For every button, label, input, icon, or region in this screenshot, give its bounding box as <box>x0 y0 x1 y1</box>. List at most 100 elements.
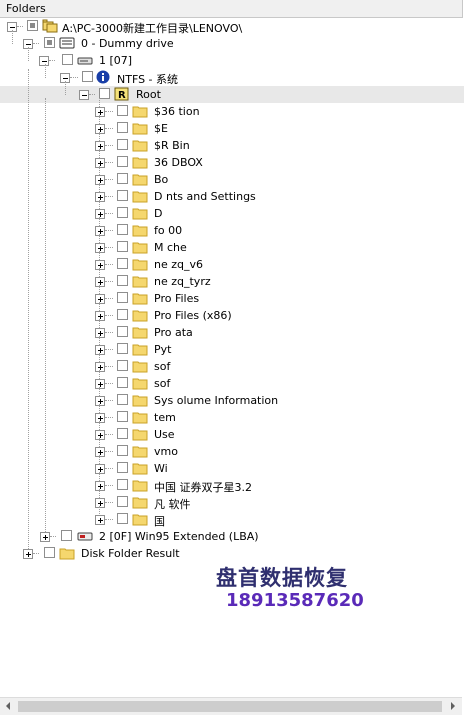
checkbox[interactable] <box>117 428 128 439</box>
checkbox[interactable] <box>44 547 55 558</box>
tree-row-folder[interactable]: Pro ata <box>0 319 464 341</box>
checkbox[interactable] <box>117 309 128 320</box>
expand-toggle[interactable] <box>95 141 105 151</box>
expand-toggle[interactable] <box>95 328 105 338</box>
checkbox[interactable] <box>117 224 128 235</box>
expand-toggle[interactable] <box>40 532 50 542</box>
expand-toggle[interactable] <box>95 498 105 508</box>
tree-row-folder[interactable]: tem <box>0 404 464 426</box>
expand-toggle[interactable] <box>95 464 105 474</box>
checkbox[interactable] <box>117 343 128 354</box>
checkbox[interactable] <box>117 496 128 507</box>
checkbox[interactable] <box>117 394 128 405</box>
horizontal-scrollbar[interactable] <box>0 697 462 715</box>
checkbox[interactable] <box>117 513 128 524</box>
tree-row-extended-partition[interactable]: 2 [0F] Win95 Extended (LBA) <box>0 98 464 545</box>
expand-toggle[interactable] <box>95 362 105 372</box>
expand-toggle[interactable] <box>95 192 105 202</box>
expand-toggle[interactable] <box>95 209 105 219</box>
checkbox[interactable] <box>117 326 128 337</box>
expand-toggle[interactable] <box>23 549 33 559</box>
checkbox[interactable] <box>117 462 128 473</box>
expand-toggle[interactable] <box>95 294 105 304</box>
tree-row-folder[interactable]: Pro Files (x86) <box>0 302 464 324</box>
expand-toggle[interactable] <box>95 481 105 491</box>
checkbox[interactable] <box>117 122 128 133</box>
checkbox[interactable] <box>117 190 128 201</box>
expand-toggle[interactable] <box>95 447 105 457</box>
checkbox[interactable] <box>117 207 128 218</box>
tree-row-folder[interactable]: D nts and Settings <box>0 183 464 205</box>
tree-row-folder[interactable]: fo 00 <box>0 217 464 239</box>
checkbox[interactable] <box>117 275 128 286</box>
tree-row-folder[interactable]: 国 <box>0 506 464 528</box>
expand-toggle[interactable] <box>95 260 105 270</box>
tree-row-dummy-drive[interactable]: 0 - Dummy drive <box>0 30 464 52</box>
tree-row-folder[interactable]: $R Bin <box>0 132 464 154</box>
checkbox[interactable] <box>117 173 128 184</box>
tree-row-folder[interactable]: Sys olume Information <box>0 387 464 409</box>
checkbox[interactable] <box>117 139 128 150</box>
expand-toggle[interactable] <box>95 345 105 355</box>
expand-toggle[interactable] <box>95 515 105 525</box>
tri-state-checkbox[interactable] <box>27 20 38 31</box>
expand-toggle[interactable] <box>95 226 105 236</box>
checkbox[interactable] <box>82 71 93 82</box>
expand-toggle[interactable] <box>95 158 105 168</box>
tree-row-folder[interactable]: M che <box>0 234 464 256</box>
tree-row-folder[interactable]: Use <box>0 421 464 443</box>
tree-row-folder[interactable]: sof <box>0 353 464 375</box>
scroll-right-arrow-icon[interactable] <box>451 702 455 710</box>
checkbox[interactable] <box>61 530 72 541</box>
tri-state-checkbox[interactable] <box>44 37 55 48</box>
expand-toggle[interactable] <box>95 175 105 185</box>
tree-row-folder[interactable]: $36 tion <box>0 98 464 120</box>
collapse-toggle[interactable] <box>79 90 89 100</box>
expand-toggle[interactable] <box>95 107 105 117</box>
tree-row-root-path[interactable]: A:\PC-3000新建工作目录\LENOVO\ <box>0 18 464 35</box>
scrollbar-thumb[interactable] <box>18 701 442 712</box>
checkbox[interactable] <box>117 241 128 252</box>
checkbox[interactable] <box>117 360 128 371</box>
expand-toggle[interactable] <box>95 413 105 423</box>
tree-row-disk-folder-result[interactable]: Disk Folder Result <box>0 69 464 562</box>
tree-row-folder[interactable]: sof <box>0 370 464 392</box>
collapse-toggle[interactable] <box>39 56 49 66</box>
tree-row-folder[interactable]: Pro Files <box>0 285 464 307</box>
tree-row-folder[interactable]: vmo <box>0 438 464 460</box>
folder-icon <box>132 497 148 509</box>
checkbox[interactable] <box>117 258 128 269</box>
tree-row-folder[interactable]: ne zq_v6 <box>0 251 464 273</box>
tree-line <box>105 298 113 299</box>
tree-row-folder[interactable]: Wi <box>0 455 464 477</box>
tree-row-folder[interactable]: Pyt <box>0 336 464 358</box>
expand-toggle[interactable] <box>95 379 105 389</box>
checkbox[interactable] <box>117 156 128 167</box>
tree-row-folder[interactable]: 凡 软件 <box>0 489 464 511</box>
tree-row-folder[interactable]: ne zq_tyrz <box>0 268 464 290</box>
checkbox[interactable] <box>117 411 128 422</box>
expand-toggle[interactable] <box>95 243 105 253</box>
expand-toggle[interactable] <box>95 430 105 440</box>
tree-row-ntfs[interactable]: NTFS - 系统 <box>0 64 464 86</box>
tree-row-folder[interactable]: 36 DBOX <box>0 149 464 171</box>
checkbox[interactable] <box>99 88 110 99</box>
tree-row-folder[interactable]: 中国 证券双子星3.2 <box>0 472 464 494</box>
tree-row-root-folder[interactable]: R Root <box>0 81 464 103</box>
tree-row-partition-1[interactable]: 1 [07] <box>0 47 464 69</box>
tree-row-folder[interactable]: Bo <box>0 166 464 188</box>
checkbox[interactable] <box>117 292 128 303</box>
expand-toggle[interactable] <box>95 277 105 287</box>
checkbox[interactable] <box>117 105 128 116</box>
checkbox[interactable] <box>117 377 128 388</box>
checkbox[interactable] <box>117 479 128 490</box>
tree-row-folder[interactable]: D <box>0 200 464 222</box>
expand-toggle[interactable] <box>95 396 105 406</box>
root-folder-label: Root <box>136 88 161 101</box>
scroll-left-arrow-icon[interactable] <box>6 702 10 710</box>
checkbox[interactable] <box>117 445 128 456</box>
expand-toggle[interactable] <box>95 124 105 134</box>
expand-toggle[interactable] <box>95 311 105 321</box>
checkbox[interactable] <box>62 54 73 65</box>
tree-row-folder[interactable]: $E <box>0 115 464 137</box>
